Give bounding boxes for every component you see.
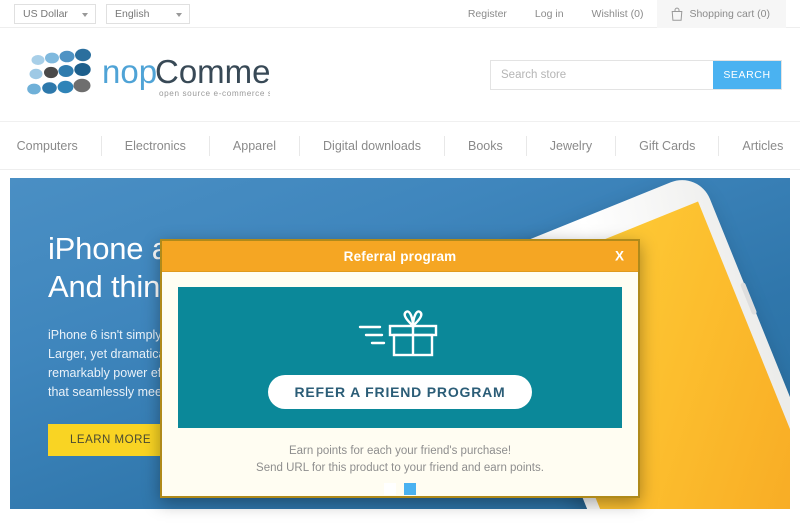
nav-item-jewelry[interactable]: Jewelry — [527, 135, 617, 156]
referral-banner[interactable]: REFER A FRIEND PROGRAM — [178, 287, 622, 428]
nav-item-apparel[interactable]: Apparel — [210, 135, 301, 156]
modal-description-line-1: Earn points for each your friend's purch… — [288, 445, 512, 457]
chevron-down-icon — [82, 12, 88, 17]
shopping-cart-label: Shopping cart (0) — [689, 7, 770, 20]
refer-a-friend-button[interactable]: REFER A FRIEND PROGRAM — [268, 374, 532, 409]
slider-pagination — [10, 483, 790, 495]
site-header: nop Commerce open source e-commerce solu… — [0, 28, 800, 122]
search-box: SEARCH — [490, 59, 782, 90]
modal-body: REFER A FRIEND PROGRAM Earn points for e… — [162, 272, 638, 496]
shopping-bag-icon — [672, 7, 683, 21]
nav-item-electronics[interactable]: Electronics — [102, 135, 210, 156]
language-selector[interactable]: English — [106, 3, 190, 24]
slider-dot-1[interactable] — [384, 483, 396, 495]
referral-program-modal: Referral program X REFER A FRIEND PROGRA… — [160, 239, 640, 498]
selector-group: US Dollar English — [14, 3, 190, 24]
search-button[interactable]: SEARCH — [713, 60, 781, 89]
currency-selector[interactable]: US Dollar — [14, 3, 96, 24]
nav-item-digital-downloads[interactable]: Digital downloads — [300, 135, 445, 156]
svg-text:Commerce: Commerce — [155, 53, 270, 90]
top-links: Register Log in Wishlist (0) Shopping ca… — [454, 0, 786, 28]
nav-item-computers[interactable]: Computers — [0, 135, 102, 156]
nopcommerce-logo-icon: nop Commerce open source e-commerce solu… — [27, 48, 270, 98]
currency-selector-value: US Dollar — [23, 7, 68, 20]
top-link-login[interactable]: Log in — [521, 0, 578, 28]
svg-text:open source e-commerce solutio: open source e-commerce solution — [159, 89, 270, 98]
gift-box-icon — [358, 309, 438, 356]
nav-item-gift-cards[interactable]: Gift Cards — [616, 135, 720, 156]
slider-dot-2[interactable] — [404, 483, 416, 495]
language-selector-value: English — [115, 7, 150, 20]
shopping-cart-link[interactable]: Shopping cart (0) — [657, 0, 786, 28]
top-link-wishlist[interactable]: Wishlist (0) — [578, 0, 658, 28]
modal-description-line-2: Send URL for this product to your friend… — [256, 462, 544, 474]
nav-item-articles[interactable]: Articles — [719, 136, 800, 156]
main-navigation: Computers Electronics Apparel Digital do… — [0, 122, 800, 170]
svg-text:nop: nop — [102, 53, 157, 90]
top-link-register[interactable]: Register — [454, 0, 521, 28]
nav-item-books[interactable]: Books — [445, 135, 527, 156]
modal-description: Earn points for each your friend's purch… — [178, 443, 622, 477]
modal-title: Referral program — [343, 248, 457, 264]
modal-header: Referral program X — [162, 241, 638, 272]
chevron-down-icon — [176, 12, 182, 17]
learn-more-button[interactable]: LEARN MORE — [48, 424, 174, 456]
top-bar: US Dollar English Register Log in Wishli… — [0, 0, 800, 28]
search-input[interactable] — [491, 60, 713, 89]
site-logo[interactable]: nop Commerce open source e-commerce solu… — [18, 47, 270, 103]
close-icon[interactable]: X — [615, 249, 624, 263]
